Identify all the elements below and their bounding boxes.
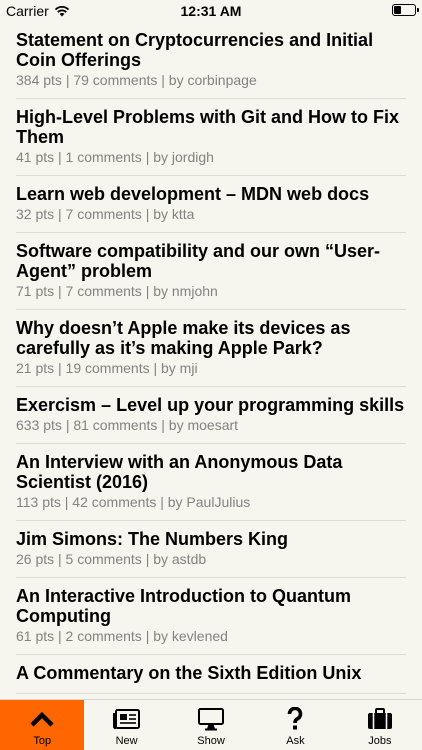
story-item[interactable]: A Commentary on the Sixth Edition Unix [16,655,406,694]
story-item[interactable]: Statement on Cryptocurrencies and Initia… [16,22,406,99]
story-title[interactable]: An Interview with an Anonymous Data Scie… [16,452,406,492]
story-item[interactable]: Exercism – Level up your programming ski… [16,387,406,444]
tab-label: New [115,735,138,747]
newspaper-icon [112,705,142,733]
story-title[interactable]: Jim Simons: The Numbers King [16,529,406,549]
story-item[interactable]: Why doesn’t Apple make its devices as ca… [16,310,406,387]
story-meta[interactable]: 384 pts | 79 comments | by corbinpage [16,71,406,89]
story-meta[interactable]: 61 pts | 2 comments | by kevlened [16,627,406,645]
story-meta[interactable]: 41 pts | 1 comments | by jordigh [16,148,406,166]
status-bar: Carrier 12:31 AM [0,0,422,22]
story-item[interactable]: Jim Simons: The Numbers King 26 pts | 5 … [16,521,406,578]
story-item[interactable]: An Interactive Introduction to Quantum C… [16,578,406,655]
tab-bar: Top New Show Ask Jobs [0,699,422,750]
story-meta[interactable]: 113 pts | 42 comments | by PaulJulius [16,493,406,511]
tab-new[interactable]: New [84,700,168,750]
story-meta[interactable]: 32 pts | 7 comments | by ktta [16,205,406,223]
tab-label: Show [197,735,225,747]
tab-ask[interactable]: Ask [253,700,337,750]
story-meta[interactable]: 71 pts | 7 comments | by nmjohn [16,282,406,300]
status-time: 12:31 AM [180,3,242,19]
story-title[interactable]: Software compatibility and our own “User… [16,241,406,281]
tab-show[interactable]: Show [169,700,253,750]
story-item[interactable]: Software compatibility and our own “User… [16,233,406,310]
briefcase-icon [365,705,395,733]
tab-jobs[interactable]: Jobs [338,700,422,750]
story-item[interactable]: Learn web development – MDN web docs 32 … [16,176,406,233]
story-item[interactable]: An Interview with an Anonymous Data Scie… [16,444,406,521]
tab-top[interactable]: Top [0,700,85,750]
story-title[interactable]: A Commentary on the Sixth Edition Unix [16,663,406,683]
story-title[interactable]: An Interactive Introduction to Quantum C… [16,586,406,626]
story-item[interactable]: High-Level Problems with Git and How to … [16,99,406,176]
story-title[interactable]: Exercism – Level up your programming ski… [16,395,406,415]
tab-label: Jobs [368,735,392,747]
story-title[interactable]: Statement on Cryptocurrencies and Initia… [16,30,406,70]
chevron-up-icon [27,705,57,733]
monitor-icon [196,705,226,733]
story-title[interactable]: High-Level Problems with Git and How to … [16,107,406,147]
story-list[interactable]: Statement on Cryptocurrencies and Initia… [0,22,422,700]
tab-label: Ask [286,735,305,747]
battery-fill [394,6,401,14]
battery-icon [392,4,419,16]
question-icon [280,705,310,733]
story-title[interactable]: Why doesn’t Apple make its devices as ca… [16,318,406,358]
story-title[interactable]: Learn web development – MDN web docs [16,184,406,204]
story-meta[interactable]: 633 pts | 81 comments | by moesart [16,416,406,434]
story-meta[interactable]: 26 pts | 5 comments | by astdb [16,550,406,568]
story-meta[interactable]: 21 pts | 19 comments | by mji [16,359,406,377]
tab-label: Top [33,735,52,747]
